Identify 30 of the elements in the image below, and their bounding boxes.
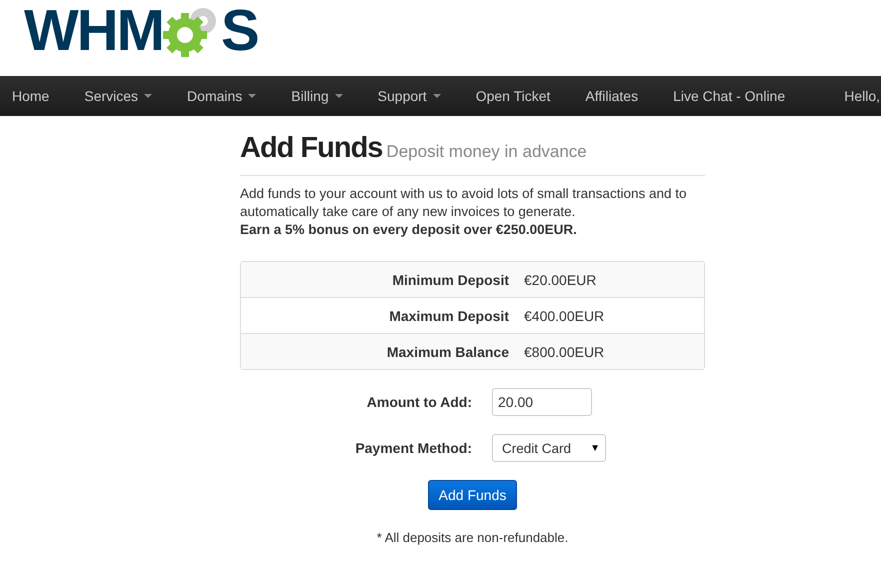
- caret-icon: [144, 94, 152, 98]
- note-text: * All deposits are non-refundable.: [376, 530, 570, 545]
- nav-item[interactable]: Live Chat - Online: [673, 88, 786, 104]
- caret-icon: [334, 94, 343, 98]
- nav-item[interactable]: Services: [84, 88, 152, 104]
- table-cell-text: Minimum Deposit: [391, 272, 509, 288]
- caret-icon: [248, 94, 256, 98]
- nav-item[interactable]: Open Ticket: [476, 88, 550, 104]
- table-cell: €20.00EUR: [524, 272, 596, 288]
- bonus-text: Earn a 5% bonus on every deposit over €250.00EUR.: [240, 221, 578, 239]
- table-cell-text: Maximum Deposit: [388, 308, 509, 324]
- nav-item[interactable]: Affiliates: [585, 88, 638, 104]
- logo: WHM S: [24, 0, 258, 62]
- field-label: Payment Method:: [354, 440, 472, 456]
- table-cell: €400.00EUR: [524, 308, 604, 324]
- greeting[interactable]: Hello,: [844, 88, 880, 104]
- nav-item[interactable]: Domains: [187, 88, 256, 104]
- amount-field[interactable]: 20.00: [492, 388, 592, 416]
- page-title: Add Funds: [240, 132, 382, 165]
- page-subtitle: Deposit money in advance: [386, 142, 587, 162]
- payment-dropdown[interactable]: Credit Card ▼: [492, 434, 606, 462]
- nav-item[interactable]: Support: [378, 88, 441, 104]
- nav-item[interactable]: Home: [12, 88, 50, 104]
- table-cell: €800.00EUR: [524, 344, 604, 360]
- table-cell-text: Maximum Balance: [386, 344, 509, 360]
- caret-icon: [432, 94, 441, 98]
- nav-item[interactable]: Billing: [291, 88, 343, 104]
- intro-text: Add funds to your account with us to avoid lots of small transactions and to automatically take care of any new invoices to generate.: [240, 185, 688, 221]
- add-funds-button[interactable]: Add Funds: [428, 480, 518, 510]
- field-label: Amount to Add:: [366, 394, 472, 410]
